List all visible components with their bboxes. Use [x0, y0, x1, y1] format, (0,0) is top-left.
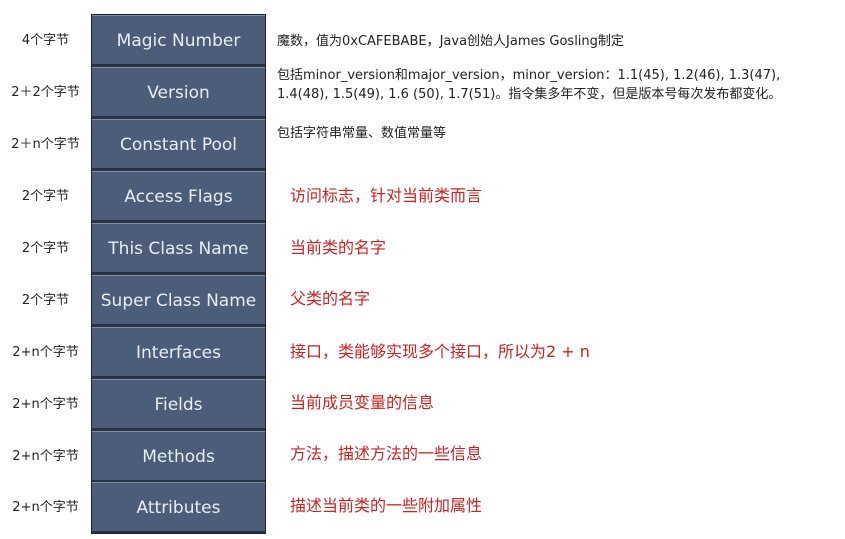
row-size-methods: 2+n个字节: [12, 449, 79, 464]
row-size-this-class-name: 2个字节: [21, 241, 70, 256]
row-this-class-name: This Class Name: [92, 223, 265, 273]
row-size-fields: 2+n个字节: [12, 397, 79, 412]
row-size-constant-pool: 2＋n个字节: [11, 137, 80, 152]
desc-super-class-name: 父类的名字: [290, 289, 371, 308]
class-file-structure-diagram: 4个字节 Magic Number 魔数，值为0xCAFEBABE，Java创始…: [0, 0, 845, 539]
row-magic-number: Magic Number: [92, 15, 265, 65]
row-size-interfaces: 2+n个字节: [12, 345, 79, 360]
row-size-magic-number: 4个字节: [21, 33, 70, 48]
desc-constant-pool: 包括字符串常量、数值常量等: [277, 126, 447, 141]
row-size-attributes: 2+n个字节: [12, 500, 79, 515]
row-fields: Fields: [92, 379, 265, 429]
desc-version-line1: 包括minor_version和major_version，minor_vers…: [277, 68, 781, 83]
row-attributes: Attributes: [92, 482, 265, 532]
desc-interfaces: 接口，类能够实现多个接口，所以为2 + n: [290, 342, 590, 361]
row-interfaces: Interfaces: [92, 327, 265, 377]
row-methods: Methods: [92, 431, 265, 481]
row-size-access-flags: 2个字节: [21, 189, 70, 204]
row-size-version: 2＋2个字节: [11, 85, 80, 100]
desc-magic-number: 魔数，值为0xCAFEBABE，Java创始人James Gosling制定: [277, 34, 624, 49]
desc-methods: 方法，描述方法的一些信息: [290, 444, 483, 463]
desc-attributes: 描述当前类的一些附加属性: [290, 496, 483, 515]
row-access-flags: Access Flags: [92, 171, 265, 221]
row-super-class-name: Super Class Name: [92, 275, 265, 325]
desc-access-flags: 访问标志，针对当前类而言: [290, 186, 483, 205]
row-size-super-class-name: 2个字节: [21, 293, 70, 308]
row-constant-pool: Constant Pool: [92, 119, 265, 169]
desc-this-class-name: 当前类的名字: [290, 238, 387, 257]
desc-version-line2: 1.4(48), 1.5(49), 1.6 (50), 1.7(51)。指令集多…: [277, 87, 782, 102]
desc-fields: 当前成员变量的信息: [290, 393, 435, 412]
row-version: Version: [92, 67, 265, 117]
